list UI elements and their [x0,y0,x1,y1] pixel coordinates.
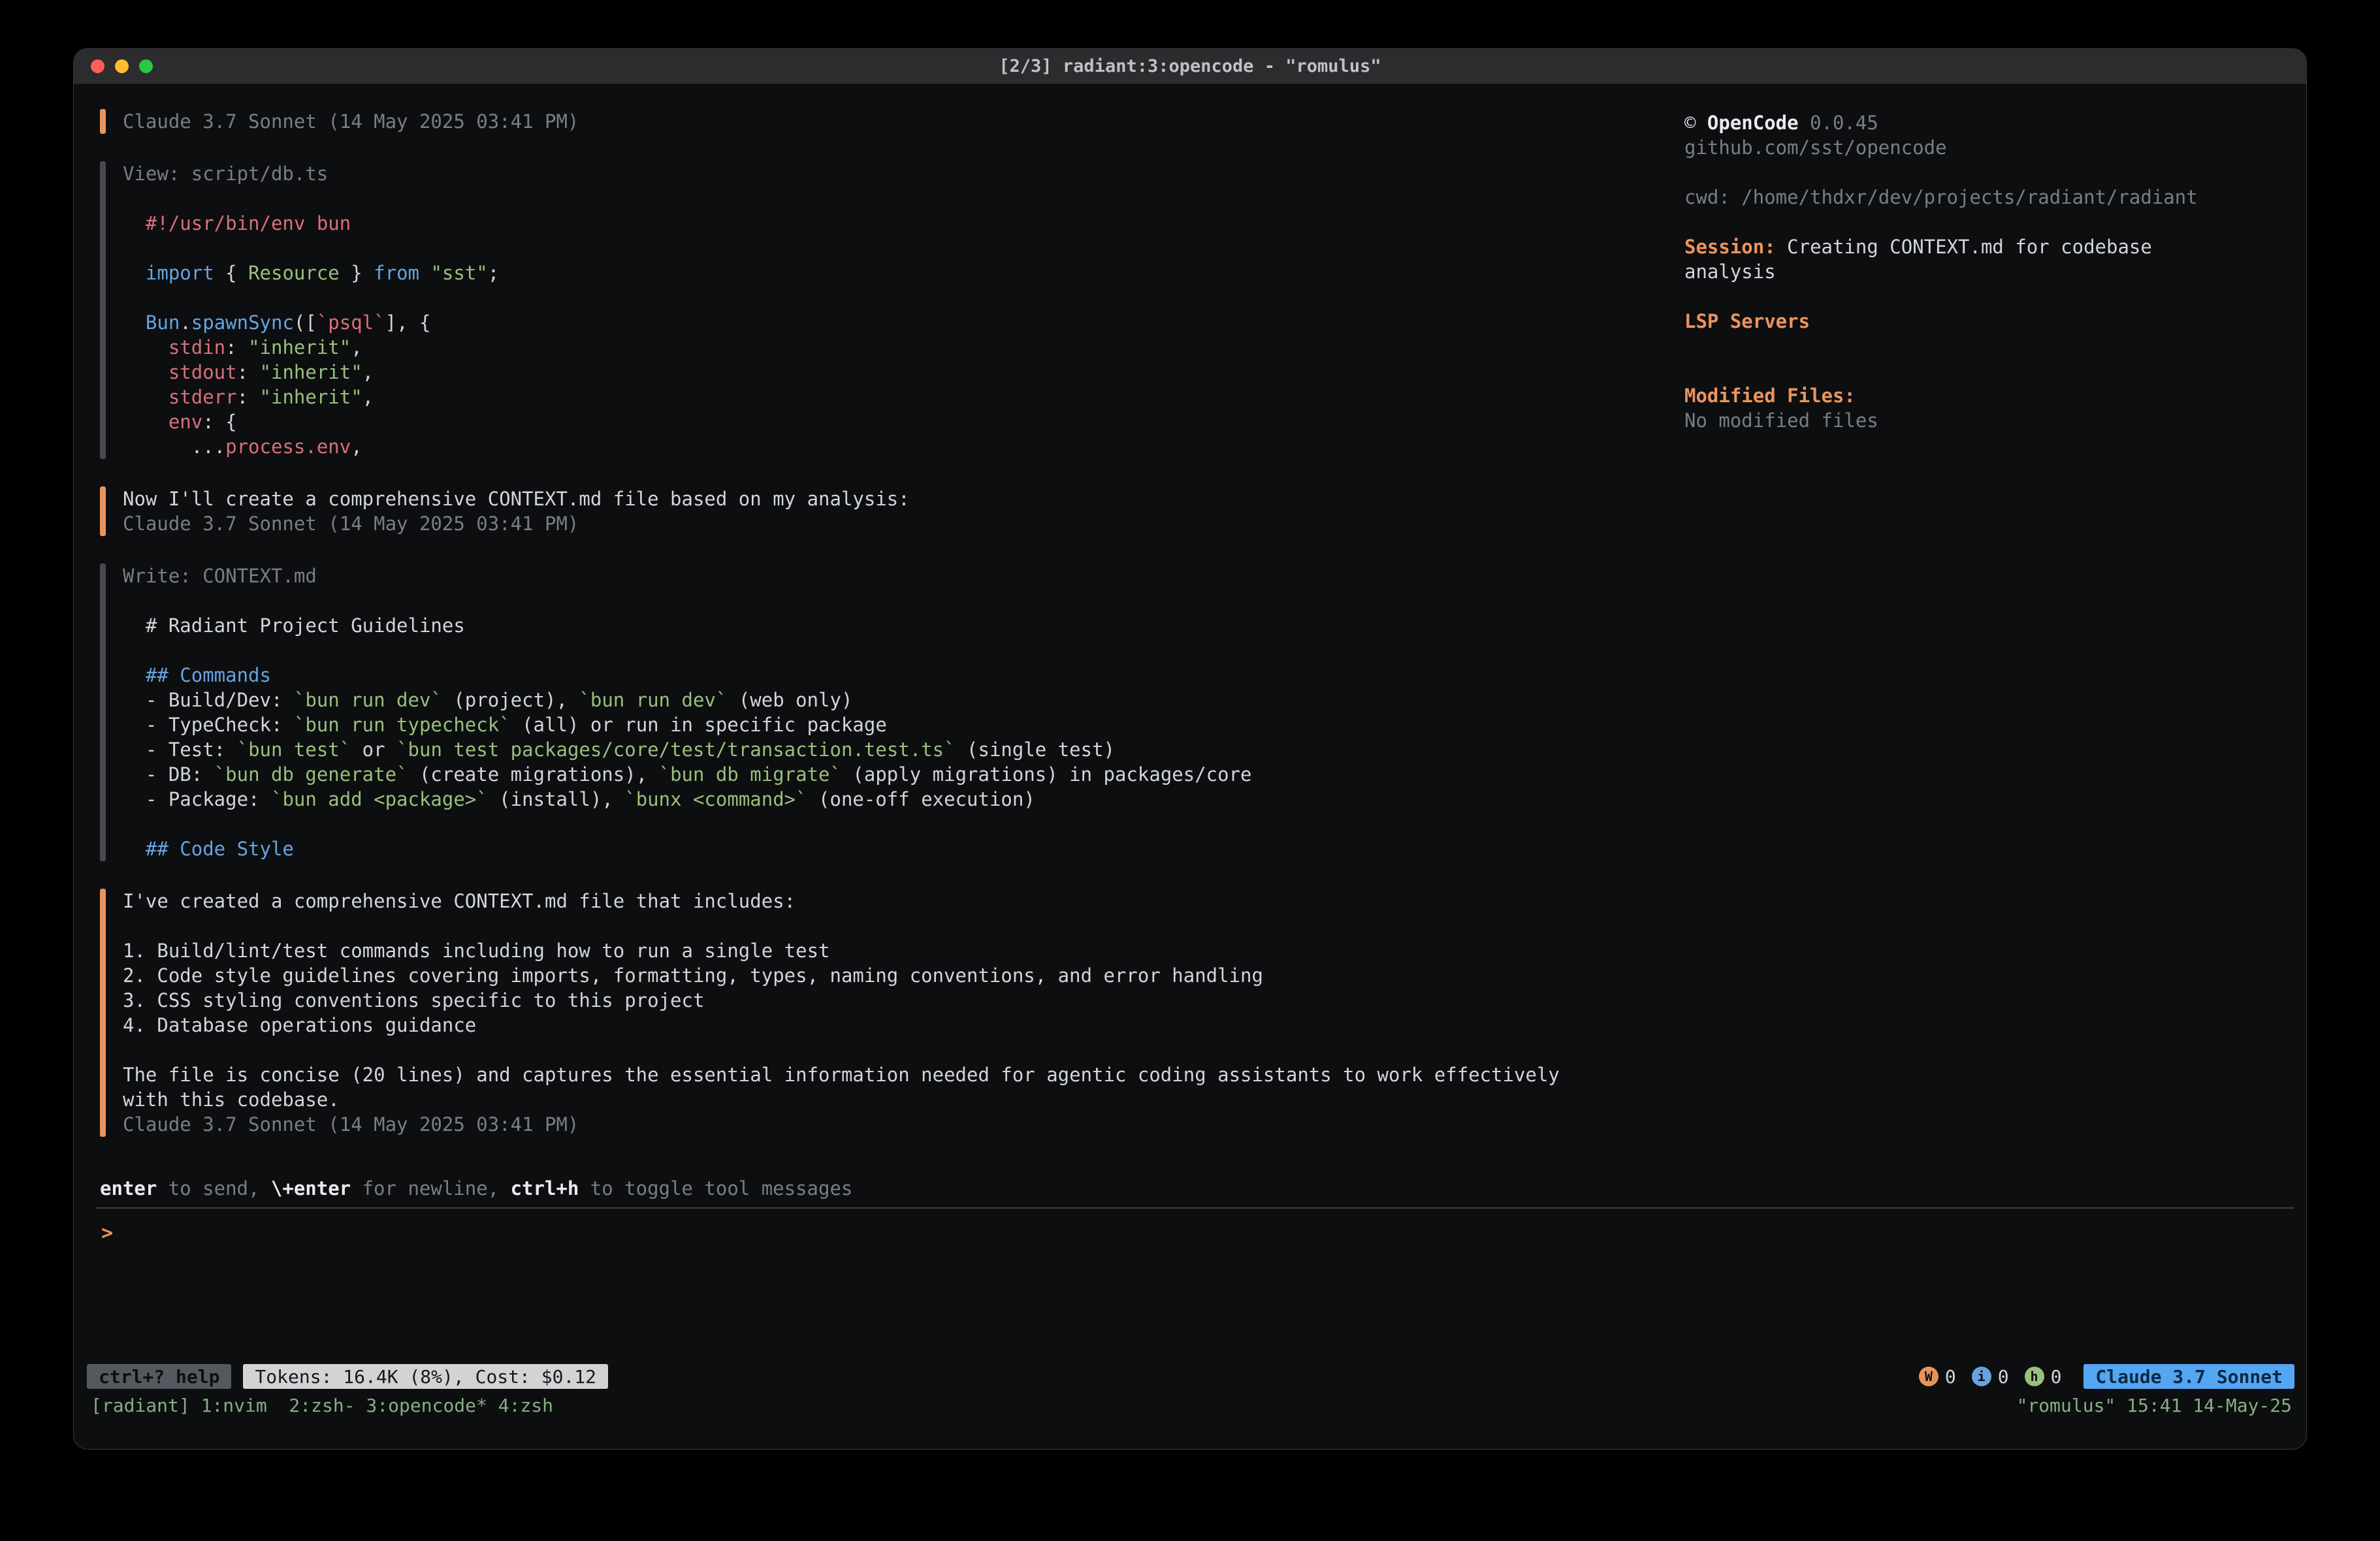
desktop-background: { "window": { "title": "[2/3] radiant:3:… [0,0,2380,1541]
text-line: - Build/Dev: `bun run dev` (project), `b… [123,688,1252,712]
model-badge: Claude 3.7 Sonnet [2083,1364,2294,1389]
text-line: 3. CSS styling conventions specific to t… [123,988,1560,1013]
text-line: Session: Creating CONTEXT.md for codebas… [1684,234,2280,259]
text-line: LSP Servers [1684,309,2280,334]
block-accent-bar [100,486,106,536]
text-line [123,588,1252,613]
text-line: stdin: "inherit", [123,335,499,360]
text-line: ...process.env, [123,434,499,459]
text-line: - TypeCheck: `bun run typecheck` (all) o… [123,712,1252,737]
text-line [123,236,499,261]
input-help: enter to send, \+enter for newline, ctrl… [74,1176,2306,1207]
diagnostics: W0i0h0 [1919,1366,2062,1388]
text-line: analysis [1684,259,2280,284]
status-bar: ctrl+? help Tokens: 16.4K (8%), Cost: $0… [74,1361,2306,1391]
warnings-icon: W [1919,1367,1938,1386]
chat-block-assistant-message: Now I'll create a comprehensive CONTEXT.… [100,486,1684,536]
text-line: ## Code Style [123,836,1252,861]
chat-block-tool-write: Write: CONTEXT.md # Radiant Project Guid… [100,564,1684,861]
diagnostic-count: 0 [1945,1366,1956,1388]
diagnostic-warnings: W0 [1919,1366,1956,1388]
text-line: Bun.spawnSync([`psql`], { [123,310,499,335]
text-line: with this codebase. [123,1087,1560,1112]
window-title: [2/3] radiant:3:opencode - "romulus" [999,56,1381,76]
text-line: # Radiant Project Guidelines [123,613,1252,638]
hints-icon: h [2025,1367,2044,1386]
chat-log[interactable]: Claude 3.7 Sonnet (14 May 2025 03:41 PM)… [100,109,1684,1176]
chat-block-assistant-header: Claude 3.7 Sonnet (14 May 2025 03:41 PM) [100,109,1684,134]
info-icon: i [1972,1367,1991,1386]
text-line: - Test: `bun test` or `bun test packages… [123,737,1252,762]
chat-block-assistant-summary: I've created a comprehensive CONTEXT.md … [100,889,1684,1137]
text-line: ## Commands [123,663,1252,688]
minimize-button[interactable] [115,59,129,73]
terminal-window: [2/3] radiant:3:opencode - "romulus" Cla… [73,48,2307,1450]
text-line [1684,160,2280,185]
text-line: - Package: `bun add <package>` (install)… [123,787,1252,812]
sidebar: © OpenCode 0.0.45github.com/sst/opencode… [1684,109,2280,1176]
text-line: The file is concise (20 lines) and captu… [123,1062,1560,1087]
tokens-cost-badge: Tokens: 16.4K (8%), Cost: $0.12 [243,1364,608,1389]
chat-block-tool-view: View: script/db.ts #!/usr/bin/env bun im… [100,161,1684,459]
diagnostic-hints: h0 [2025,1366,2062,1388]
close-button[interactable] [91,59,105,73]
text-line: github.com/sst/opencode [1684,135,2280,160]
tmux-session-info: "romulus" 15:41 14-May-25 [2017,1395,2292,1416]
traffic-lights [91,49,153,84]
diagnostic-info: i0 [1972,1366,2009,1388]
text-line: © OpenCode 0.0.45 [1684,110,2280,135]
text-line [1684,284,2280,309]
block-accent-bar [100,109,106,134]
block-accent-bar [100,161,106,459]
block-accent-bar [100,889,106,1137]
text-line: View: script/db.ts [123,161,499,186]
zoom-button[interactable] [139,59,153,73]
text-line: 4. Database operations guidance [123,1013,1560,1038]
text-line: enter to send, \+enter for newline, ctrl… [100,1176,2280,1201]
diagnostic-count: 0 [2051,1366,2062,1388]
text-line [1684,358,2280,383]
text-line [123,638,1252,663]
tmux-status-bar: [radiant] 1:nvim 2:zsh- 3:opencode* 4:zs… [74,1391,2306,1419]
text-line: env: { [123,409,499,434]
text-line [1684,334,2280,358]
text-line: - DB: `bun db generate` (create migratio… [123,762,1252,787]
text-line: Claude 3.7 Sonnet (14 May 2025 03:41 PM) [123,511,910,536]
prompt-symbol: > [101,1222,113,1245]
text-line [123,812,1252,836]
text-line [123,1038,1560,1062]
block-accent-bar [100,564,106,861]
text-line: Modified Files: [1684,383,2280,408]
text-line: I've created a comprehensive CONTEXT.md … [123,889,1560,913]
prompt-input[interactable]: > [96,1207,2294,1361]
text-line: Write: CONTEXT.md [123,564,1252,588]
text-line: stderr: "inherit", [123,385,499,409]
text-line [123,285,499,310]
text-line: Now I'll create a comprehensive CONTEXT.… [123,486,910,511]
text-line [1684,210,2280,234]
text-line: 2. Code style guidelines covering import… [123,963,1560,988]
chat-column: Claude 3.7 Sonnet (14 May 2025 03:41 PM)… [100,109,1684,1176]
text-line: stdout: "inherit", [123,360,499,385]
text-line: No modified files [1684,408,2280,433]
diagnostic-count: 0 [1998,1366,2009,1388]
tmux-windows[interactable]: [radiant] 1:nvim 2:zsh- 3:opencode* 4:zs… [91,1395,553,1416]
text-line [123,913,1560,938]
main-area: Claude 3.7 Sonnet (14 May 2025 03:41 PM)… [74,84,2306,1176]
text-line: Claude 3.7 Sonnet (14 May 2025 03:41 PM) [123,1112,1560,1137]
help-shortcut-badge: ctrl+? help [87,1364,231,1389]
window-bottom-padding [74,1419,2306,1449]
text-line: cwd: /home/thdxr/dev/projects/radiant/ra… [1684,185,2280,210]
window-titlebar[interactable]: [2/3] radiant:3:opencode - "romulus" [74,49,2306,84]
text-line: 1. Build/lint/test commands including ho… [123,938,1560,963]
text-line: import { Resource } from "sst"; [123,261,499,285]
text-line: #!/usr/bin/env bun [123,211,499,236]
text-line [123,186,499,211]
text-line: Claude 3.7 Sonnet (14 May 2025 03:41 PM) [123,109,579,134]
